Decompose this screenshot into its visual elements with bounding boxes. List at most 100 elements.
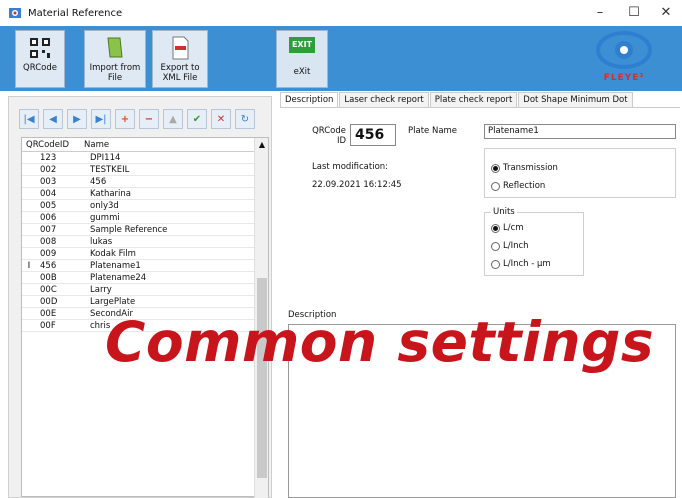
- cell-qrcodeid[interactable]: 456: [36, 260, 84, 271]
- row-indicator: I: [27, 261, 31, 271]
- row-indicator: [22, 248, 36, 259]
- cell-qrcodeid[interactable]: 00F: [36, 320, 84, 331]
- window-title: Material Reference: [28, 7, 123, 19]
- table-row[interactable]: 008 lukas: [22, 236, 256, 248]
- cell-name[interactable]: Larry: [84, 284, 256, 295]
- tab-description[interactable]: Description: [280, 92, 339, 107]
- unit-linch-um-radio[interactable]: L/Inch - µm: [491, 259, 551, 269]
- cell-qrcodeid[interactable]: 00C: [36, 284, 84, 295]
- minimize-button[interactable]: –: [586, 4, 614, 22]
- qrcode-id-field[interactable]: 456: [350, 124, 396, 146]
- cell-qrcodeid[interactable]: 007: [36, 224, 84, 235]
- row-indicator: [22, 188, 36, 199]
- last-modification-label: Last modification:: [312, 162, 389, 172]
- next-record-button[interactable]: ▶: [67, 109, 87, 129]
- cell-qrcodeid[interactable]: 008: [36, 236, 84, 247]
- radio-icon: [491, 181, 500, 191]
- scroll-up-icon[interactable]: ▲: [257, 140, 267, 150]
- toolbar: QRCode Import from File Export to XML Fi…: [0, 26, 682, 91]
- exit-button[interactable]: EXIT eXit: [276, 30, 328, 88]
- cell-name[interactable]: TESTKEIL: [84, 164, 256, 175]
- grid-rows: 123 DPI114 002 TESTKEIL 003 456 004 Katharina 00…: [22, 152, 256, 332]
- cell-name[interactable]: lukas: [84, 236, 256, 247]
- db-navigator: |◀ ◀ ▶ ▶| + − ▲ ✔ ✕ ↻: [19, 109, 267, 131]
- unit-lcm-radio[interactable]: L/cm: [491, 223, 524, 233]
- qrcode-button[interactable]: QRCode: [15, 30, 65, 88]
- cell-qrcodeid[interactable]: 00B: [36, 272, 84, 283]
- refresh-button[interactable]: ↻: [235, 109, 255, 129]
- prev-record-button[interactable]: ◀: [43, 109, 63, 129]
- first-record-button[interactable]: |◀: [19, 109, 39, 129]
- last-record-button[interactable]: ▶|: [91, 109, 111, 129]
- maximize-button[interactable]: ☐: [620, 4, 648, 22]
- row-indicator: [22, 272, 36, 283]
- title-bar: Material Reference – ☐ ✕: [0, 0, 682, 26]
- cell-qrcodeid[interactable]: 002: [36, 164, 84, 175]
- left-panel: |◀ ◀ ▶ ▶| + − ▲ ✔ ✕ ↻ QRCodeID Name 123 D…: [8, 96, 272, 498]
- cell-qrcodeid[interactable]: 005: [36, 200, 84, 211]
- row-indicator: [22, 284, 36, 295]
- cell-name[interactable]: only3d: [84, 200, 256, 211]
- export-button[interactable]: Export to XML File: [152, 30, 208, 88]
- app-icon: [9, 8, 21, 18]
- column-header-qrcodeid[interactable]: QRCodeID: [22, 138, 84, 151]
- post-record-button[interactable]: ✔: [187, 109, 207, 129]
- qrcode-icon: [30, 38, 50, 58]
- cell-qrcodeid[interactable]: 00E: [36, 308, 84, 319]
- delete-record-button[interactable]: −: [139, 109, 159, 129]
- logo-text: FLEYE³: [603, 73, 645, 83]
- cancel-record-button[interactable]: ✕: [211, 109, 231, 129]
- table-row[interactable]: 004 Katharina: [22, 188, 256, 200]
- table-row[interactable]: 005 only3d: [22, 200, 256, 212]
- table-row[interactable]: 002 TESTKEIL: [22, 164, 256, 176]
- table-row[interactable]: 003 456: [22, 176, 256, 188]
- table-row[interactable]: 00D LargePlate: [22, 296, 256, 308]
- tab-dot-shape-minimum-dot[interactable]: Dot Shape Minimum Dot: [518, 92, 633, 107]
- table-row[interactable]: 007 Sample Reference: [22, 224, 256, 236]
- cell-name[interactable]: 456: [84, 176, 256, 187]
- edit-record-button[interactable]: ▲: [163, 109, 183, 129]
- radio-icon: [491, 241, 500, 251]
- tab-laser-check-report[interactable]: Laser check report: [339, 92, 429, 107]
- radio-selected-icon: [491, 223, 500, 233]
- cell-qrcodeid[interactable]: 003: [36, 176, 84, 187]
- cell-name[interactable]: gummi: [84, 212, 256, 223]
- scroll-thumb[interactable]: [257, 278, 267, 478]
- unit-linch-label: L/Inch: [503, 241, 529, 251]
- cell-name[interactable]: Platename24: [84, 272, 256, 283]
- cell-name[interactable]: Platename1: [84, 260, 256, 271]
- cell-qrcodeid[interactable]: 006: [36, 212, 84, 223]
- table-row[interactable]: 123 DPI114: [22, 152, 256, 164]
- table-row[interactable]: 00B Platename24: [22, 272, 256, 284]
- transmission-label: Transmission: [503, 163, 558, 173]
- row-indicator: [22, 308, 36, 319]
- tab-plate-check-report[interactable]: Plate check report: [429, 92, 518, 107]
- column-header-name[interactable]: Name: [84, 138, 109, 151]
- row-indicator: [22, 200, 36, 211]
- reflection-radio[interactable]: Reflection: [491, 181, 545, 191]
- exit-label: eXit: [293, 67, 311, 77]
- cell-name[interactable]: DPI114: [84, 152, 256, 163]
- table-row[interactable]: 00C Larry: [22, 284, 256, 296]
- cell-name[interactable]: Kodak Film: [84, 248, 256, 259]
- table-row[interactable]: 006 gummi: [22, 212, 256, 224]
- cell-qrcodeid[interactable]: 123: [36, 152, 84, 163]
- qrcode-label: QRCode: [23, 63, 57, 73]
- unit-linch-radio[interactable]: L/Inch: [491, 241, 529, 251]
- cell-name[interactable]: Sample Reference: [84, 224, 256, 235]
- table-row[interactable]: I 456 Platename1: [22, 260, 256, 272]
- unit-linch-um-label: L/Inch - µm: [503, 259, 551, 269]
- import-button[interactable]: Import from File: [84, 30, 146, 88]
- row-indicator: [22, 296, 36, 307]
- cell-name[interactable]: LargePlate: [84, 296, 256, 307]
- table-row[interactable]: 009 Kodak Film: [22, 248, 256, 260]
- cell-qrcodeid[interactable]: 004: [36, 188, 84, 199]
- plate-name-field[interactable]: Platename1: [484, 124, 676, 139]
- close-button[interactable]: ✕: [652, 4, 680, 22]
- qrcode-id-label: QRCode ID: [312, 126, 346, 146]
- add-record-button[interactable]: +: [115, 109, 135, 129]
- cell-name[interactable]: Katharina: [84, 188, 256, 199]
- transmission-radio[interactable]: Transmission: [491, 163, 558, 173]
- cell-qrcodeid[interactable]: 00D: [36, 296, 84, 307]
- cell-qrcodeid[interactable]: 009: [36, 248, 84, 259]
